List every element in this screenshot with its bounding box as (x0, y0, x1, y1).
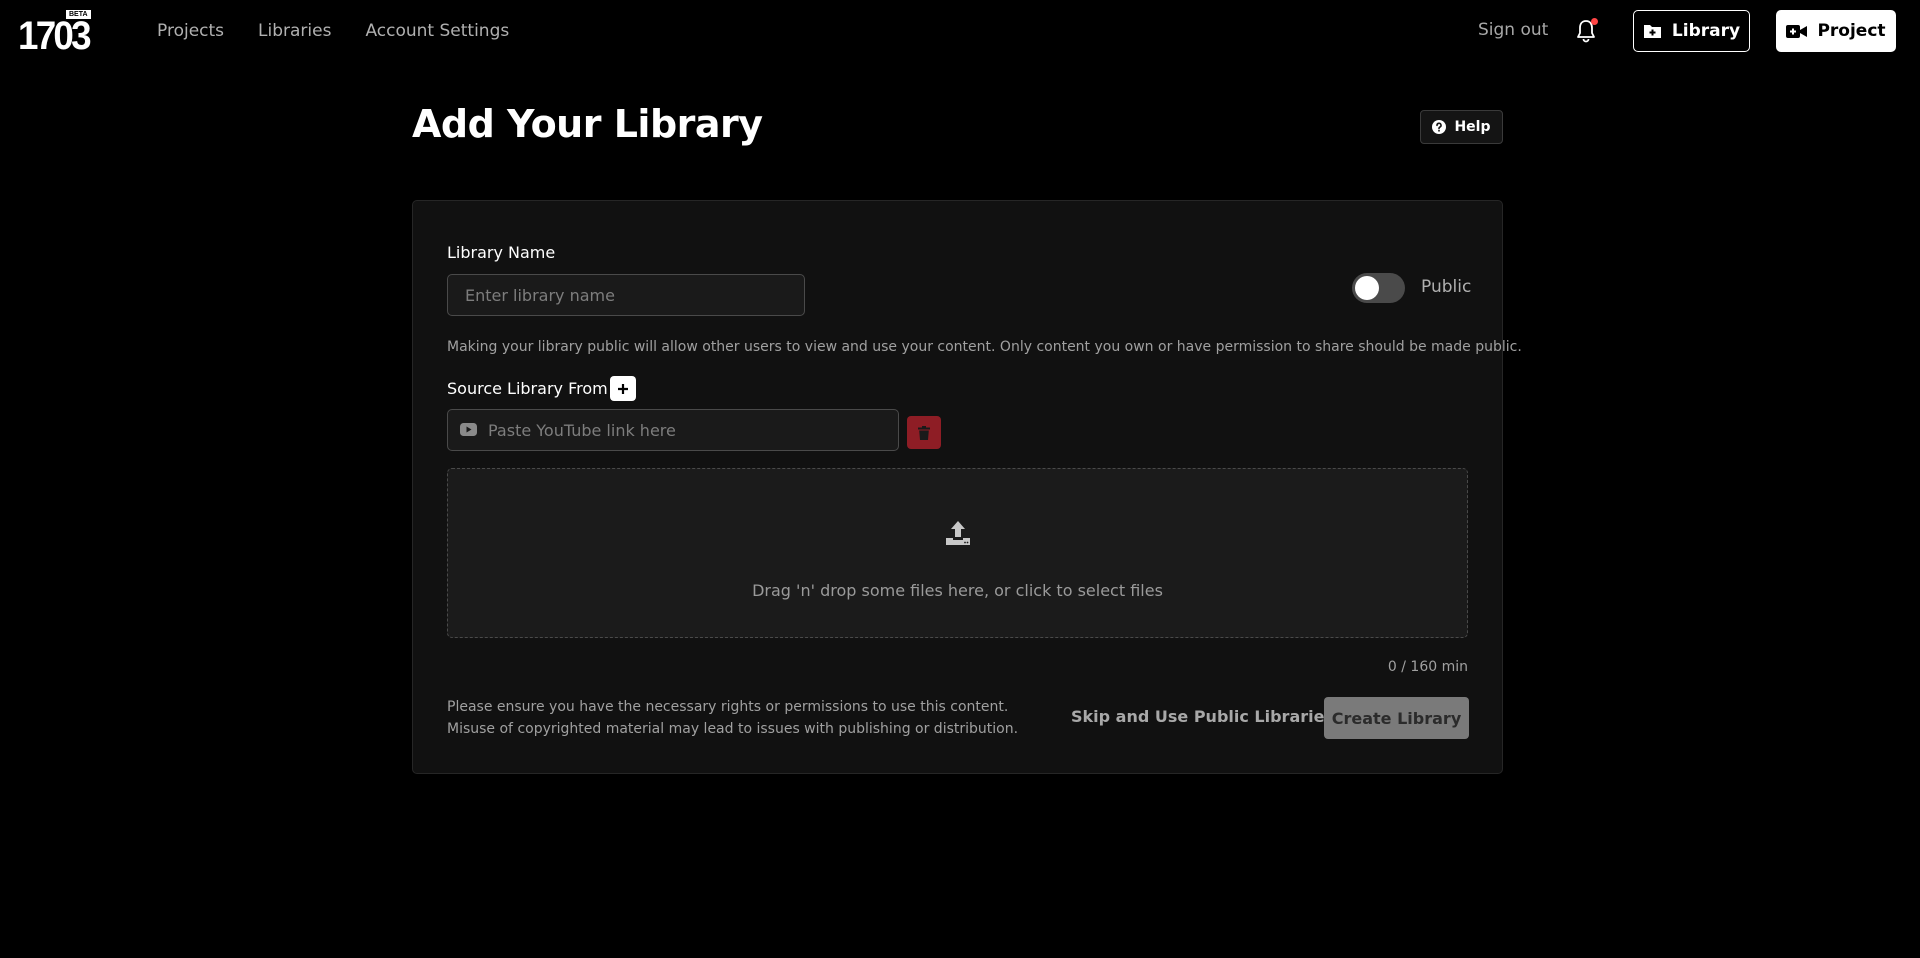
new-project-button[interactable]: Project (1776, 10, 1896, 52)
add-library-form: Library Name Public Making your library … (412, 200, 1522, 774)
toggle-knob (1355, 276, 1379, 300)
youtube-icon (460, 423, 477, 436)
source-library-label: Source Library From (447, 379, 608, 398)
question-circle-icon (1432, 120, 1447, 134)
help-label: Help (1454, 119, 1491, 135)
main-nav: Projects Libraries Account Settings (157, 0, 509, 62)
plus-icon (618, 383, 628, 394)
duration-counter: 0 / 160 min (1387, 659, 1468, 675)
library-name-label: Library Name (447, 243, 556, 262)
notification-dot (1591, 18, 1598, 25)
logo-text: 1703 (18, 14, 92, 58)
create-library-button[interactable]: Create Library (1324, 697, 1469, 739)
trash-icon (918, 425, 930, 440)
folder-plus-icon (1643, 25, 1661, 38)
dropzone-text: Drag 'n' drop some files here, or click … (752, 581, 1163, 600)
file-dropzone[interactable]: Drag 'n' drop some files here, or click … (447, 468, 1468, 638)
copyright-disclaimer: Please ensure you have the necessary rig… (447, 699, 1019, 737)
page-title: Add Your Library (412, 102, 763, 146)
help-button[interactable]: Help (1420, 110, 1503, 144)
nav-libraries[interactable]: Libraries (258, 21, 331, 41)
public-note: Making your library public will allow ot… (447, 339, 1522, 355)
youtube-link-input[interactable] (488, 410, 888, 450)
public-label: Public (1421, 277, 1472, 297)
new-project-label: Project (1817, 21, 1886, 41)
top-nav-bar: 1703 BETA Projects Libraries Account Set… (0, 0, 1920, 62)
new-library-button[interactable]: Library (1633, 10, 1750, 52)
nav-projects[interactable]: Projects (157, 21, 224, 41)
notifications-button[interactable] (1574, 18, 1598, 44)
sign-out-link[interactable]: Sign out (1478, 20, 1548, 40)
remove-source-button[interactable] (907, 416, 941, 449)
beta-badge: BETA (66, 10, 91, 19)
library-name-input[interactable] (447, 274, 805, 316)
skip-public-libraries-button[interactable]: Skip and Use Public Libraries (1071, 707, 1334, 726)
brand-logo[interactable]: 1703 BETA (18, 10, 92, 58)
add-source-button[interactable] (610, 376, 636, 401)
public-toggle[interactable] (1352, 273, 1405, 303)
nav-account-settings[interactable]: Account Settings (365, 21, 509, 41)
video-plus-icon (1786, 24, 1808, 38)
upload-icon (946, 521, 970, 545)
youtube-link-field (447, 409, 899, 451)
new-library-label: Library (1671, 21, 1741, 41)
